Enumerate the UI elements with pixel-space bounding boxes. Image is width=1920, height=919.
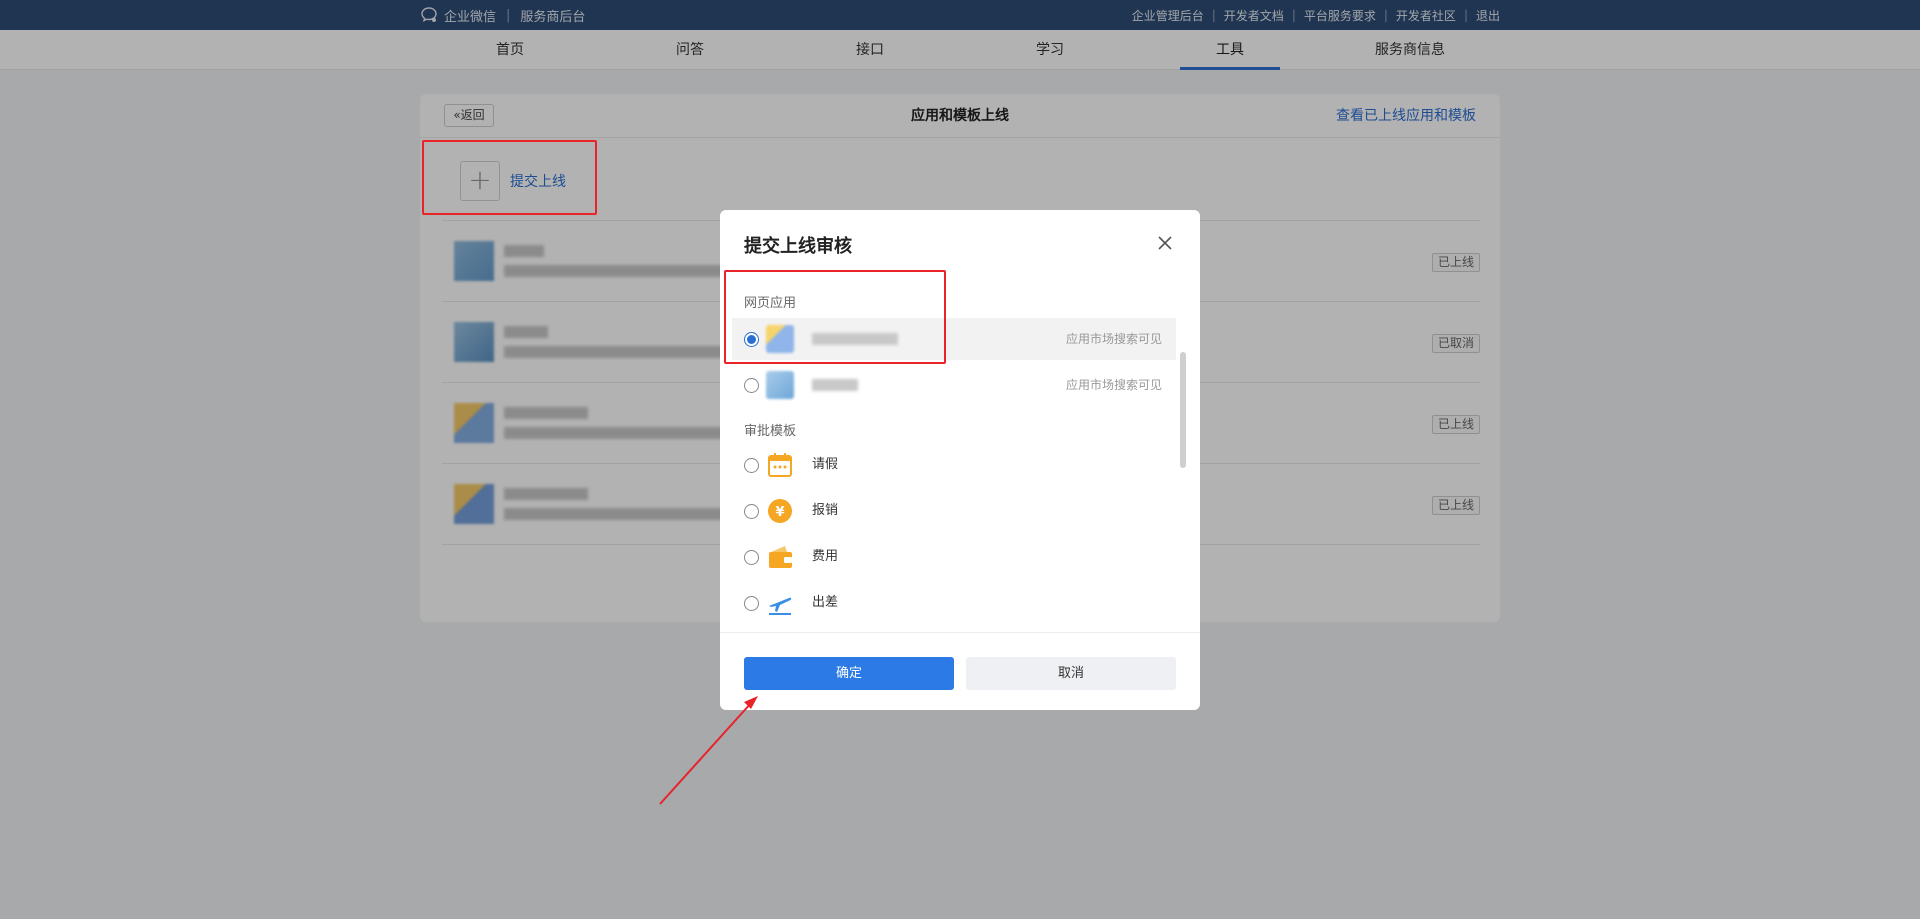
blurred-app-name xyxy=(812,379,858,391)
annotation-highlight xyxy=(422,140,597,215)
template-option[interactable]: 出差 xyxy=(732,582,1176,624)
radio-button[interactable] xyxy=(744,378,759,393)
template-label: 出差 xyxy=(812,595,839,610)
template-label: 费用 xyxy=(812,549,839,564)
radio-button[interactable] xyxy=(744,504,759,519)
calendar-icon xyxy=(766,451,794,479)
template-option[interactable]: 请假 xyxy=(732,444,1176,486)
template-option[interactable]: 费用 xyxy=(732,536,1176,578)
dialog-footer: 确定 取消 xyxy=(720,632,1200,710)
airplane-icon xyxy=(766,589,794,617)
radio-button[interactable] xyxy=(744,458,759,473)
template-label: 报销 xyxy=(812,503,839,518)
visibility-hint: 应用市场搜索可见 xyxy=(1065,378,1162,392)
svg-text:¥: ¥ xyxy=(775,505,784,520)
close-icon[interactable] xyxy=(1154,232,1176,254)
wallet-icon xyxy=(766,543,794,571)
cancel-button[interactable]: 取消 xyxy=(966,657,1176,690)
visibility-hint: 应用市场搜索可见 xyxy=(1065,332,1162,346)
radio-button[interactable] xyxy=(744,596,759,611)
scrollbar[interactable] xyxy=(1180,352,1186,468)
annotation-highlight xyxy=(724,270,946,364)
template-option[interactable]: ¥ 报销 xyxy=(732,490,1176,532)
app-icon xyxy=(766,371,794,399)
radio-button[interactable] xyxy=(744,550,759,565)
web-app-option[interactable]: 应用市场搜索可见 xyxy=(732,364,1176,406)
template-label: 请假 xyxy=(812,457,839,472)
confirm-button[interactable]: 确定 xyxy=(744,657,954,690)
yuan-coin-icon: ¥ xyxy=(766,497,794,525)
section-approval-templates: 审批模板 xyxy=(744,424,797,439)
dialog-title: 提交上线审核 xyxy=(744,236,852,257)
